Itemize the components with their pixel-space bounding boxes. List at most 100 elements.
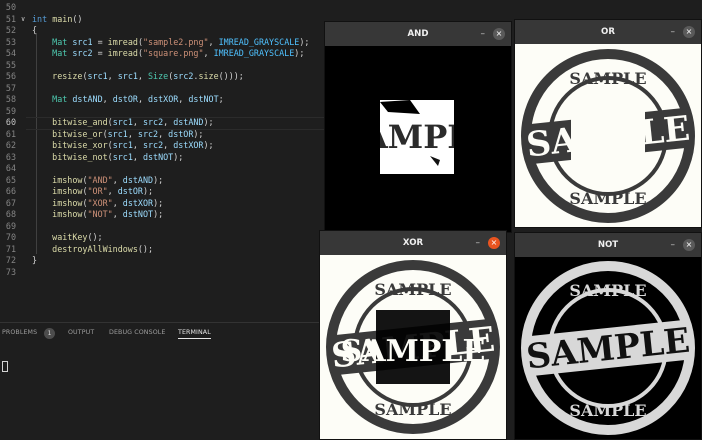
xor-inverted-text: SAMPLE (341, 334, 486, 369)
minimize-icon[interactable]: – (481, 22, 486, 46)
window-or-titlebar[interactable]: OR – × (515, 20, 701, 44)
tab-debug-console[interactable]: DEBUG CONSOLE (109, 329, 165, 336)
code-token: dstNOT (142, 151, 174, 162)
line-number: 62 (5, 140, 16, 150)
window-or-image: SAMPLE SAMPLE SAMPLE (515, 44, 701, 227)
code-line[interactable]: 50 (0, 2, 702, 14)
code-token: , (178, 94, 189, 104)
code-token: ); (203, 140, 214, 150)
line-number: 57 (5, 82, 16, 93)
window-xor-titlebar[interactable]: XOR – × (320, 231, 506, 255)
minimize-icon[interactable]: – (671, 20, 676, 44)
code-token: resize (52, 71, 83, 81)
line-number: 71 (5, 243, 16, 254)
code-text: destroyAllWindows(); (32, 244, 153, 256)
close-icon[interactable]: × (683, 26, 695, 38)
code-token: ); (153, 209, 164, 219)
minimize-icon[interactable]: – (476, 231, 481, 255)
code-token: Mat (52, 48, 68, 58)
code-token: IMREAD_GRAYSCALE (218, 36, 300, 47)
window-and-image: SAMPLE (325, 46, 511, 232)
code-token: src1 (117, 71, 138, 81)
code-token: (); (137, 243, 154, 254)
tab-problems[interactable]: PROBLEMS (2, 329, 37, 336)
line-number: 66 (5, 186, 16, 196)
code-text: imshow("XOR", dstXOR); (32, 198, 163, 210)
window-or[interactable]: OR – × SAMPLE SAMPLE SAMPLE (515, 20, 701, 227)
tab-terminal[interactable]: TERMINAL (178, 329, 211, 339)
code-token: src2 (142, 117, 164, 127)
code-token: "XOR" (87, 197, 113, 208)
window-not[interactable]: NOT – × SAMPLE SAMPLE SAMPLE (515, 233, 701, 439)
code-token: src1 (112, 117, 133, 127)
code-token: src1 (112, 140, 133, 150)
tab-output[interactable]: OUTPUT (68, 329, 94, 336)
window-and[interactable]: AND – × SAMPLE (325, 22, 511, 232)
code-token: src2 (72, 48, 93, 58)
minimize-icon[interactable]: – (671, 233, 676, 257)
window-and-titlebar[interactable]: AND – × (325, 22, 511, 46)
terminal-cursor[interactable] (2, 361, 8, 372)
code-text: imshow("OR", dstOR); (32, 186, 153, 198)
code-token: "square.png" (142, 48, 204, 58)
code-token: ); (173, 151, 184, 162)
not-banner-text: SAMPLE (524, 321, 691, 378)
line-number: 51 (5, 13, 16, 24)
code-token: imshow (52, 209, 83, 219)
code-token: src1 (87, 71, 108, 81)
code-text: bitwise_xor(src1, src2, dstXOR); (32, 140, 214, 152)
code-token: dstOR (117, 186, 143, 196)
code-token: dstNOT (188, 94, 219, 104)
xor-top-text: SAMPLE (374, 280, 451, 299)
code-token: , (107, 71, 118, 81)
code-token: "sample2.png" (142, 36, 209, 47)
code-token: int (32, 13, 48, 24)
and-result-image: SAMPLE (380, 100, 454, 174)
code-text: bitwise_not(src1, dstNOT); (32, 152, 183, 164)
code-token: ); (299, 36, 310, 47)
fold-chevron-icon[interactable]: ∨ (21, 14, 25, 26)
xor-stamp-image: SAMPLE SAMPLE SAMPLE SAMPLE (326, 260, 500, 434)
close-icon[interactable]: × (493, 28, 505, 40)
close-icon[interactable]: × (683, 239, 695, 251)
code-token: Mat (52, 94, 68, 104)
code-token: , (163, 140, 174, 150)
line-number: 72 (5, 255, 16, 265)
line-number: 63 (5, 151, 16, 162)
code-token: , (137, 94, 149, 104)
code-text: bitwise_and(src1, src2, dstAND); (32, 117, 213, 129)
code-text: Mat src2 = imread("square.png", IMREAD_G… (32, 48, 304, 60)
window-xor[interactable]: XOR – × SAMPLE SAMPLE SAMPLE SAMPLE (320, 231, 506, 439)
line-number: 68 (5, 209, 16, 219)
code-token: bitwise_or (52, 128, 103, 139)
code-token: bitwise_xor (52, 140, 108, 150)
code-token: imshow (52, 174, 83, 185)
code-token: dstAND (72, 94, 103, 104)
bottom-panel: PROBLEMS 1 OUTPUT DEBUG CONSOLE TERMINAL (0, 322, 320, 440)
line-number: 70 (5, 232, 16, 242)
window-not-titlebar[interactable]: NOT – × (515, 233, 701, 257)
code-text: Mat dstAND, dstOR, dstXOR, dstNOT; (32, 94, 224, 106)
code-text: Mat src1 = imread("sample2.png", IMREAD_… (32, 37, 309, 49)
code-token: dstXOR (122, 197, 154, 208)
code-token: (); (87, 232, 103, 242)
or-stamp-image: SAMPLE SAMPLE SAMPLE (521, 48, 695, 223)
window-not-title: NOT (597, 240, 619, 250)
window-and-title: AND (407, 29, 429, 39)
code-token: ); (142, 186, 154, 196)
code-text: bitwise_or(src1, src2, dstOR); (32, 129, 203, 141)
line-number: 56 (5, 71, 16, 81)
close-icon[interactable]: × (488, 237, 500, 249)
code-token: destroyAllWindows (52, 243, 138, 254)
code-token: waitKey (52, 232, 88, 242)
code-text: waitKey(); (32, 232, 103, 244)
code-token: , (137, 71, 149, 81)
line-number: 54 (5, 48, 16, 58)
